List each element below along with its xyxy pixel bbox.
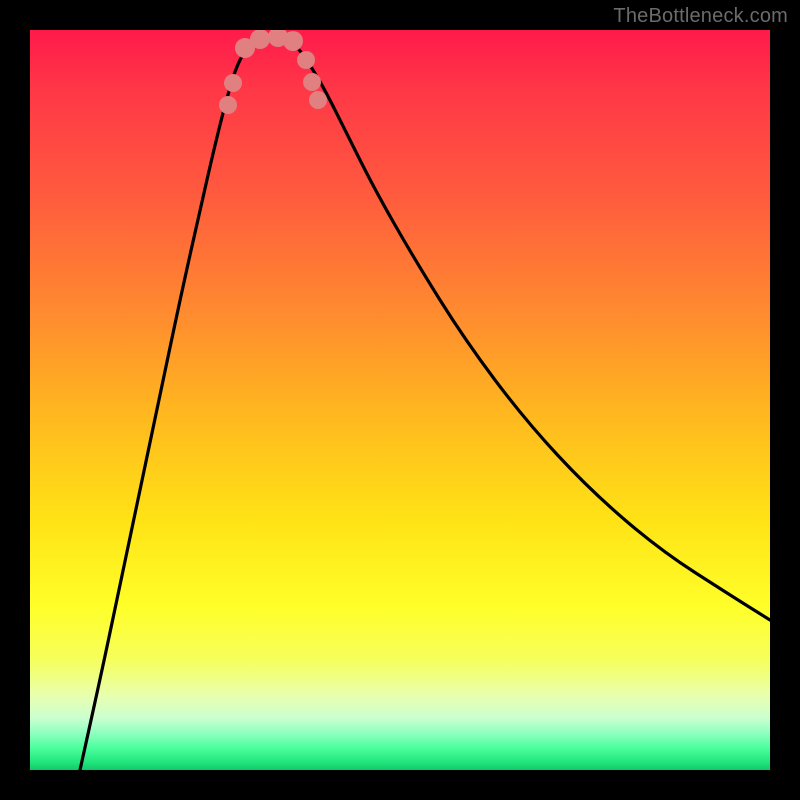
marker-dot <box>297 51 315 69</box>
chart-frame: TheBottleneck.com <box>0 0 800 800</box>
marker-dot <box>219 96 237 114</box>
watermark-text: TheBottleneck.com <box>613 5 788 28</box>
marker-dot <box>283 31 303 51</box>
curves-svg <box>30 30 770 770</box>
plot-area <box>30 30 770 770</box>
left-curve <box>80 40 255 770</box>
marker-dot <box>224 74 242 92</box>
right-curve <box>290 40 770 620</box>
marker-dot <box>303 73 321 91</box>
marker-dot <box>309 91 327 109</box>
